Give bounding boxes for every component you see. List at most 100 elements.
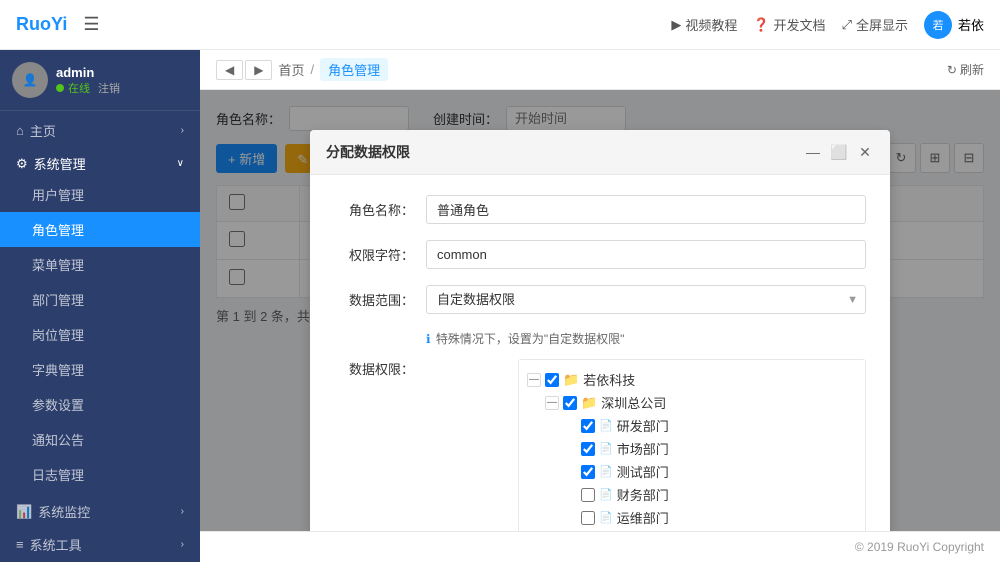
system-mgmt-label: 系统管理 [34,154,86,173]
sidebar-item-system-mgmt[interactable]: ⚙ 系统管理 ∨ [0,144,200,177]
tree-label-test: 测试部门 [617,462,669,481]
sidebar-item-post-mgmt[interactable]: 岗位管理 [0,317,200,352]
breadcrumb-home[interactable]: 首页 [278,60,304,79]
tree-checkbox-market[interactable] [581,442,595,456]
sidebar: 👤 admin 在线 注销 ⌂ 主页 › ⚙ 系统管理 ∨ [0,50,200,562]
hamburger-button[interactable]: ☰ [83,14,99,35]
monitor-icon: 📊 [16,504,32,520]
modal-body: 角色名称： 权限字符： 数据范围： [310,175,890,531]
perm-char-label: 权限字符： [334,245,414,264]
data-scope-label: 数据范围： [334,290,414,309]
docs-icon: ❓ [753,17,769,33]
tree-checkbox-root[interactable] [545,373,559,387]
refresh-label: 刷新 [960,61,984,78]
dev-docs-label: 开发文档 [774,15,826,34]
sidebar-user-area: 👤 admin 在线 注销 [0,50,200,111]
tree-node-rd: 📄 研发部门 [563,414,857,437]
sidebar-item-demo[interactable]: 💻 实例演示 › [0,558,200,562]
monitor-chevron: › [181,506,184,517]
tools-icon: ≡ [16,537,24,552]
sidebar-item-user-mgmt[interactable]: 用户管理 [0,177,200,212]
tree-label-rd: 研发部门 [617,416,669,435]
sidebar-item-role-mgmt[interactable]: 角色管理 [0,212,200,247]
dev-docs-link[interactable]: ❓ 开发文档 [753,15,825,34]
data-scope-row: 数据范围： 全部数据权限 自定数据权限 本部门数据权限 本部门及以下数据权限 仅… [334,285,866,314]
data-perm-row: 数据权限： — 📁 若依科技 [334,359,866,531]
folder-icon-ops: 📄 [599,511,613,524]
fullscreen-link[interactable]: ⤢ 全屏显示 [842,15,908,34]
main-layout: 👤 admin 在线 注销 ⌂ 主页 › ⚙ 系统管理 ∨ [0,50,1000,562]
system-mgmt-chevron: ∨ [177,158,184,169]
tools-label: 系统工具 [30,535,82,554]
breadcrumb-bar: ◀ ▶ 首页 / 角色管理 ↻ 刷新 [200,50,1000,90]
tree-checkbox-rd[interactable] [581,419,595,433]
tree-label-market: 市场部门 [617,439,669,458]
perm-char-input[interactable] [426,240,866,269]
tree-label-root: 若依科技 [583,370,635,389]
tools-chevron: › [181,539,184,550]
modal-minimize-btn[interactable]: — [804,143,822,161]
breadcrumb-left: ◀ ▶ 首页 / 角色管理 [216,58,388,81]
username-display: 若依 [958,15,984,34]
sidebar-item-home[interactable]: ⌂ 主页 › [0,111,200,144]
tree-checkbox-ops[interactable] [581,511,595,525]
logout-link[interactable]: 注销 [98,80,120,96]
folder-icon-root: 📁 [563,372,579,388]
modal-header: 分配数据权限 — ⬜ ✕ [310,130,890,175]
hint-text: 特殊情况下，设置为"自定数据权限" [436,332,625,346]
content-area: ◀ ▶ 首页 / 角色管理 ↻ 刷新 角色名称： 创建时间： [200,50,1000,562]
folder-icon-finance: 📄 [599,488,613,501]
user-avatar: 若 [924,11,952,39]
fullscreen-icon: ⤢ [842,17,852,33]
online-text: 在线 [68,80,90,96]
sidebar-menu: ⌂ 主页 › ⚙ 系统管理 ∨ 用户管理 角色管理 菜单管理 部门管理 岗位管理… [0,111,200,562]
role-name-input[interactable] [426,195,866,224]
sidebar-item-param-settings[interactable]: 参数设置 [0,387,200,422]
sidebar-item-system-tools[interactable]: ≡ 系统工具 › [0,525,200,558]
tree-children-root: — 📁 深圳总公司 � [545,391,857,531]
video-icon: ▶ [671,17,681,33]
perm-char-row: 权限字符： [334,240,866,269]
sidebar-user-status: 在线 注销 [56,80,120,96]
data-scope-select-wrapper: 全部数据权限 自定数据权限 本部门数据权限 本部门及以下数据权限 仅本人数据权限… [426,285,866,314]
modal-controls: — ⬜ ✕ [804,143,874,161]
sidebar-item-notice[interactable]: 通知公告 [0,422,200,457]
role-name-row: 角色名称： [334,195,866,224]
tree-node-market: 📄 市场部门 [563,437,857,460]
tree-label-shenzhen: 深圳总公司 [601,393,666,412]
modal-overlay: 分配数据权限 — ⬜ ✕ 角色名称： [200,90,1000,531]
breadcrumb-sep: / [310,62,314,77]
tree-checkbox-finance[interactable] [581,488,595,502]
video-tutorial-link[interactable]: ▶ 视频教程 [671,15,737,34]
sidebar-item-menu-mgmt[interactable]: 菜单管理 [0,247,200,282]
sidebar-item-dept-mgmt[interactable]: 部门管理 [0,282,200,317]
sidebar-item-log-mgmt[interactable]: 日志管理 [0,457,200,492]
tree-expand-shenzhen[interactable]: — [545,396,559,410]
sidebar-item-dict-mgmt[interactable]: 字典管理 [0,352,200,387]
data-perm-label: 数据权限： [334,359,414,378]
refresh-button[interactable]: ↻ 刷新 [947,61,984,78]
tree-node-ops: 📄 运维部门 [563,506,857,529]
monitor-label: 系统监控 [38,502,90,521]
breadcrumb-back-btn[interactable]: ◀ [216,60,243,80]
folder-icon-shenzhen: 📁 [581,395,597,411]
nav-left: RuoYi ☰ [16,14,99,35]
tree-checkbox-test[interactable] [581,465,595,479]
data-scope-select[interactable]: 全部数据权限 自定数据权限 本部门数据权限 本部门及以下数据权限 仅本人数据权限 [426,285,866,314]
tree-node-changsha: — 📁 长沙分公司 [545,529,857,531]
breadcrumb-current: 角色管理 [320,58,388,81]
page-content: 角色名称： 创建时间： + 新增 ✎ 修改 ✖ 删除 🔍 ↻ ⊞ ⊟ [200,90,1000,531]
tree-expand-root[interactable]: — [527,373,541,387]
modal-maximize-btn[interactable]: ⬜ [830,143,848,161]
breadcrumb-nav-btns: ◀ ▶ [216,60,272,80]
modal-title: 分配数据权限 [326,142,410,162]
data-perm-tree: — 📁 若依科技 — [518,359,866,531]
tree-label-ops: 运维部门 [617,508,669,527]
modal-close-btn[interactable]: ✕ [856,143,874,161]
user-menu[interactable]: 若 若依 [924,11,984,39]
tree-checkbox-shenzhen[interactable] [563,396,577,410]
sidebar-item-system-monitor[interactable]: 📊 系统监控 › [0,492,200,525]
copyright-text: © 2019 RuoYi Copyright [855,540,984,554]
brand-logo: RuoYi [16,14,67,35]
breadcrumb-forward-btn[interactable]: ▶ [245,60,272,80]
